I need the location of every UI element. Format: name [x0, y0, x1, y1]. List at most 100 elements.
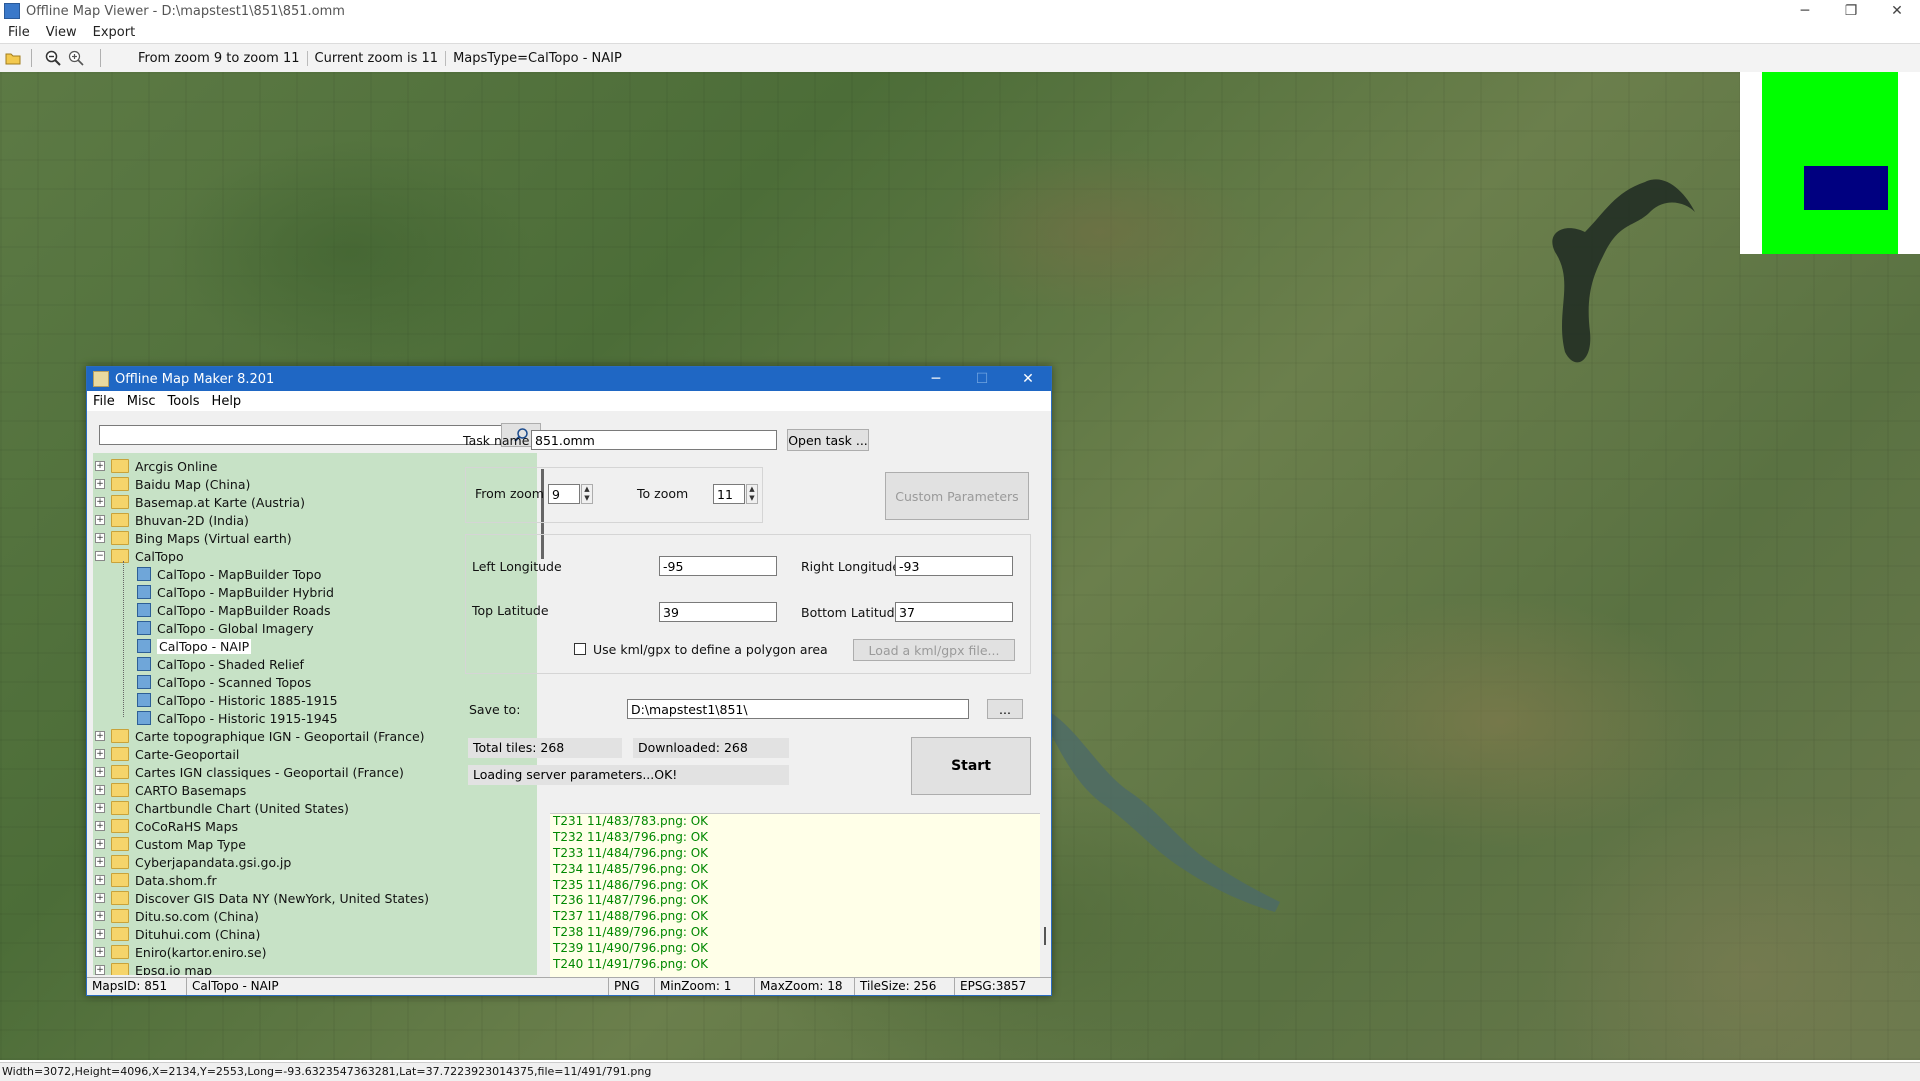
collapse-icon[interactable]: −: [95, 551, 105, 561]
max-zoom-cell: MaxZoom: 18: [755, 978, 855, 995]
tree-folder[interactable]: + Basemap.at Karte (Austria): [95, 493, 305, 511]
task-name-field[interactable]: 851.omm: [531, 430, 777, 450]
tree-folder[interactable]: + Cartes IGN classiques - Geoportail (Fra…: [95, 763, 404, 781]
expand-icon[interactable]: +: [95, 749, 105, 759]
expand-icon[interactable]: +: [95, 515, 105, 525]
expand-icon[interactable]: +: [95, 911, 105, 921]
to-zoom-spinner[interactable]: ▲ ▼: [746, 484, 758, 504]
tree-folder[interactable]: + CARTO Basemaps: [95, 781, 246, 799]
tree-map-item[interactable]: CalTopo - NAIP: [137, 637, 252, 655]
tree-map-label: CalTopo - NAIP: [157, 638, 252, 654]
tree-folder[interactable]: + Bhuvan-2D (India): [95, 511, 249, 529]
folder-icon: [111, 783, 129, 797]
tree-folder[interactable]: + Eniro(kartor.eniro.se): [95, 943, 266, 961]
tree-folder[interactable]: + Bing Maps (Virtual earth): [95, 529, 292, 547]
tree-folder[interactable]: + Epsg.io map: [95, 961, 212, 975]
tree-folder[interactable]: + Arcgis Online: [95, 457, 218, 475]
expand-icon[interactable]: +: [95, 947, 105, 957]
tree-folder[interactable]: + CoCoRaHS Maps: [95, 817, 238, 835]
tree-folder-label: Cartes IGN classiques - Geoportail (Fran…: [135, 764, 404, 780]
tree-folder[interactable]: + Dituhui.com (China): [95, 925, 260, 943]
tree-folder-label: CoCoRaHS Maps: [135, 818, 239, 834]
expand-icon[interactable]: +: [95, 731, 105, 741]
left-longitude-label: Left Longitude: [472, 559, 562, 574]
expand-icon[interactable]: +: [95, 803, 105, 813]
overview-minimap[interactable]: [1740, 72, 1920, 254]
expand-icon[interactable]: +: [95, 461, 105, 471]
tree-map-item[interactable]: CalTopo - MapBuilder Topo: [137, 565, 321, 583]
tree-map-item[interactable]: CalTopo - Historic 1915-1945: [137, 709, 338, 727]
tree-map-item[interactable]: CalTopo - MapBuilder Hybrid: [137, 583, 334, 601]
expand-icon[interactable]: +: [95, 497, 105, 507]
expand-icon[interactable]: +: [95, 875, 105, 885]
tree-map-item[interactable]: CalTopo - Global Imagery: [137, 619, 314, 637]
dialog-minimize-button[interactable]: ─: [913, 367, 959, 391]
dialog-close-button[interactable]: ✕: [1005, 367, 1051, 391]
epsg-cell: EPSG:3857: [960, 979, 1027, 993]
bottom-latitude-field[interactable]: 37: [895, 602, 1013, 622]
tree-folder-label: Chartbundle Chart (United States): [135, 800, 349, 816]
use-kml-checkbox[interactable]: [574, 643, 586, 655]
folder-icon: [111, 891, 129, 905]
expand-icon[interactable]: +: [95, 785, 105, 795]
expand-icon[interactable]: +: [95, 965, 105, 975]
dialog-menu-file[interactable]: File: [87, 394, 121, 409]
browse-button[interactable]: ...: [987, 699, 1023, 719]
expand-icon[interactable]: +: [95, 479, 105, 489]
left-longitude-field[interactable]: -95: [659, 556, 777, 576]
tree-folder[interactable]: + Data.shom.fr: [95, 871, 217, 889]
tree-folder[interactable]: − CalTopo: [95, 547, 184, 565]
minimize-button[interactable]: ─: [1782, 0, 1828, 22]
tree-folder[interactable]: + Carte-Geoportail: [95, 745, 239, 763]
expand-icon[interactable]: +: [95, 533, 105, 543]
tree-folder[interactable]: + Cyberjapandata.gsi.go.jp: [95, 853, 291, 871]
map-icon: [137, 657, 151, 671]
status-bar: Width=3072,Height=4096,X=2134,Y=2553,Lon…: [0, 1062, 1920, 1081]
tree-folder[interactable]: + Custom Map Type: [95, 835, 246, 853]
dialog-menu-tools[interactable]: Tools: [162, 394, 206, 409]
toolbar-separator: [31, 49, 32, 67]
tree-folder[interactable]: + Discover GIS Data NY (NewYork, United S…: [95, 889, 429, 907]
close-button[interactable]: ✕: [1874, 0, 1920, 22]
to-zoom-field[interactable]: 11: [713, 484, 745, 504]
zoom-out-icon[interactable]: [43, 48, 63, 68]
tree-map-item[interactable]: CalTopo - Historic 1885-1915: [137, 691, 338, 709]
right-longitude-field[interactable]: -93: [895, 556, 1013, 576]
overview-viewport[interactable]: [1804, 166, 1888, 210]
start-button[interactable]: Start: [911, 737, 1031, 795]
tree-folder[interactable]: + Carte topographique IGN - Geoportail (F…: [95, 727, 425, 745]
from-zoom-spinner[interactable]: ▲ ▼: [581, 484, 593, 504]
from-zoom-field[interactable]: 9: [548, 484, 580, 504]
save-to-field[interactable]: D:\mapstest1\851\: [627, 699, 969, 719]
tree-folder[interactable]: + Baidu Map (China): [95, 475, 250, 493]
tree-map-item[interactable]: CalTopo - MapBuilder Roads: [137, 601, 331, 619]
menu-export[interactable]: Export: [85, 25, 144, 40]
tree-folder[interactable]: + Ditu.so.com (China): [95, 907, 259, 925]
expand-icon[interactable]: +: [95, 839, 105, 849]
menu-view[interactable]: View: [38, 25, 85, 40]
dialog-menu-help[interactable]: Help: [206, 394, 248, 409]
expand-icon[interactable]: +: [95, 893, 105, 903]
min-zoom-cell: MinZoom: 1: [655, 978, 755, 995]
expand-icon[interactable]: +: [95, 857, 105, 867]
tree-map-item[interactable]: CalTopo - Scanned Topos: [137, 673, 311, 691]
menu-file[interactable]: File: [0, 25, 38, 40]
map-search-input[interactable]: [99, 425, 505, 445]
expand-icon[interactable]: +: [95, 821, 105, 831]
top-latitude-field[interactable]: 39: [659, 602, 777, 622]
tree-folder[interactable]: + Chartbundle Chart (United States): [95, 799, 349, 817]
folder-icon: [111, 909, 129, 923]
loading-status-field: Loading server parameters...OK!: [468, 765, 789, 785]
dialog-menu-misc[interactable]: Misc: [121, 394, 162, 409]
tree-scrollbar[interactable]: [537, 453, 551, 975]
open-task-button[interactable]: Open task ...: [787, 429, 869, 451]
tree-folder-label: Basemap.at Karte (Austria): [135, 494, 305, 510]
maximize-button[interactable]: ❐: [1828, 0, 1874, 22]
tree-map-item[interactable]: CalTopo - Shaded Relief: [137, 655, 304, 673]
expand-icon[interactable]: +: [95, 767, 105, 777]
log-scrollbar[interactable]: [1040, 813, 1050, 976]
expand-icon[interactable]: +: [95, 929, 105, 939]
log-scroll-thumb[interactable]: [1044, 927, 1046, 945]
zoom-in-icon[interactable]: [66, 48, 86, 68]
folder-open-icon[interactable]: [3, 48, 23, 68]
